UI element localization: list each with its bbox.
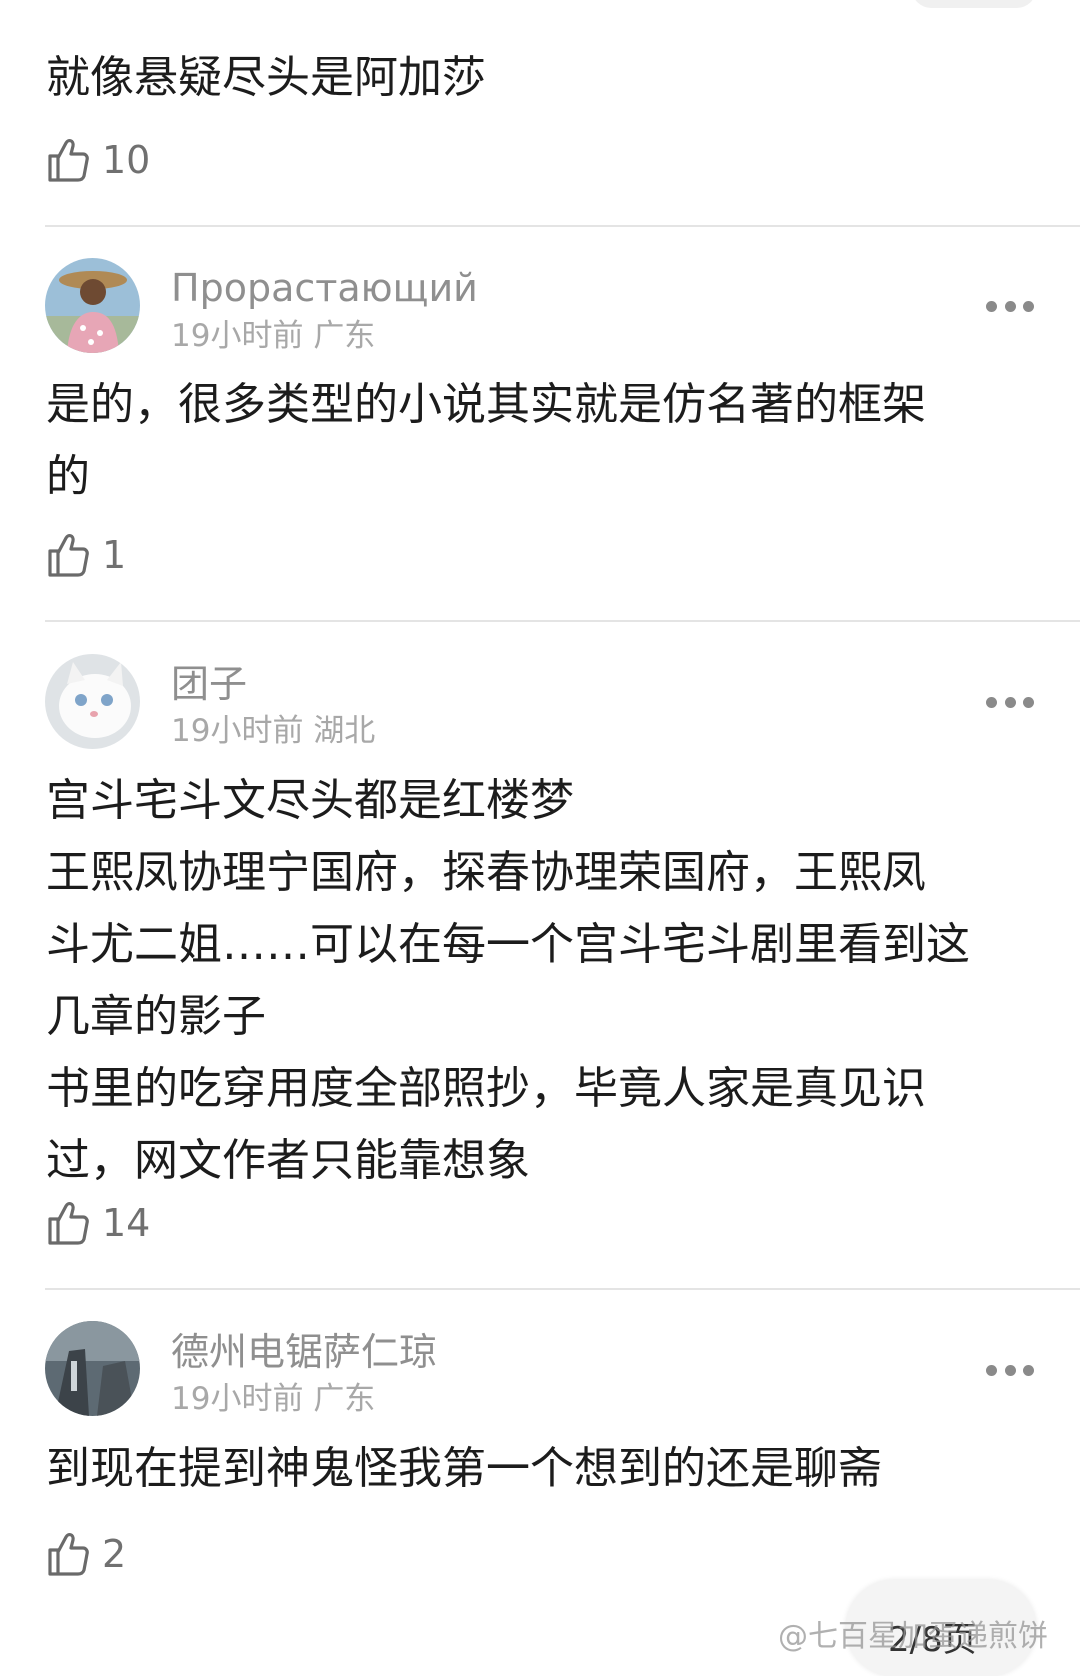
- divider: [45, 225, 1080, 227]
- username[interactable]: Прорастающий: [171, 266, 478, 310]
- comment-time: 19小时前: [171, 713, 304, 749]
- comment-body-line: 几章的影子: [46, 991, 266, 1042]
- comment-body-line: 的: [46, 451, 90, 502]
- comment-body: 就像悬疑尽头是阿加莎: [46, 42, 1036, 114]
- comment-body-line: 是的，很多类型的小说其实就是仿名著的框架: [46, 379, 926, 430]
- comment-meta: 19小时前 湖北: [171, 713, 375, 749]
- comment-body-line: 宫斗宅斗文尽头都是红楼梦: [46, 775, 574, 826]
- comment-body-line: 书里的吃穿用度全部照抄，毕竟人家是真见识: [46, 1063, 926, 1114]
- divider: [45, 620, 1080, 622]
- more-options-icon[interactable]: [986, 1363, 1034, 1377]
- like-count: 1: [102, 533, 127, 577]
- comment-meta: 19小时前 广东: [171, 318, 375, 354]
- divider: [45, 1288, 1080, 1290]
- thumbs-up-icon: [46, 532, 90, 578]
- like-count: 14: [102, 1201, 151, 1245]
- comment-location: 广东: [313, 1381, 376, 1417]
- like-button[interactable]: 1: [46, 527, 126, 583]
- watermark: @七百星加蛋递煎饼: [778, 1619, 1048, 1654]
- comment-time: 19小时前: [171, 318, 304, 354]
- avatar[interactable]: [45, 258, 140, 353]
- like-count: 10: [102, 138, 151, 182]
- thumbs-up-icon: [46, 137, 90, 183]
- top-floating-pill: [912, 0, 1036, 8]
- avatar[interactable]: [45, 654, 140, 749]
- more-options-icon[interactable]: [986, 695, 1034, 709]
- comment-body-line: 王熙凤协理宁国府，探春协理荣国府，王熙凤: [46, 847, 926, 898]
- thumbs-up-icon: [46, 1200, 90, 1246]
- like-button[interactable]: 2: [46, 1526, 126, 1582]
- avatar[interactable]: [45, 1321, 140, 1416]
- comment-time: 19小时前: [171, 1381, 304, 1417]
- username[interactable]: 德州电锯萨仁琼: [171, 1330, 437, 1374]
- comment-body: 到现在提到神鬼怪我第一个想到的还是聊斋: [46, 1433, 1036, 1505]
- thumbs-up-icon: [46, 1531, 90, 1577]
- username[interactable]: 团子: [171, 662, 247, 706]
- comment-meta: 19小时前 广东: [171, 1381, 375, 1417]
- like-button[interactable]: 10: [46, 132, 150, 188]
- like-button[interactable]: 14: [46, 1195, 150, 1251]
- comment-body-line: 就像悬疑尽头是阿加莎: [46, 52, 486, 103]
- comment-location: 广东: [313, 318, 376, 354]
- comment-body: 宫斗宅斗文尽头都是红楼梦 王熙凤协理宁国府，探春协理荣国府，王熙凤 斗尤二姐………: [46, 765, 1036, 1197]
- like-count: 2: [102, 1532, 127, 1576]
- more-options-icon[interactable]: [986, 299, 1034, 313]
- comment-body-line: 过，网文作者只能靠想象: [46, 1135, 530, 1186]
- comment-body-line: 到现在提到神鬼怪我第一个想到的还是聊斋: [46, 1443, 882, 1494]
- comment-body: 是的，很多类型的小说其实就是仿名著的框架 的: [46, 369, 1036, 513]
- comment-location: 湖北: [313, 713, 376, 749]
- comment-body-line: 斗尤二姐……可以在每一个宫斗宅斗剧里看到这: [46, 919, 970, 970]
